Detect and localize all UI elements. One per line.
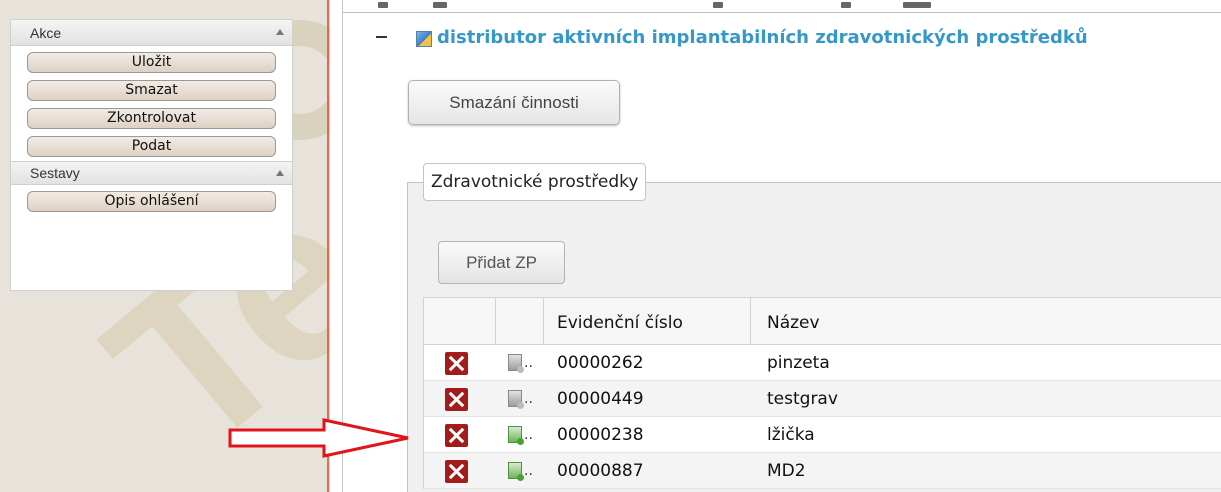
- ellipsis: ..: [524, 427, 533, 443]
- delete-cell: [424, 345, 496, 380]
- table-row[interactable]: .. 00000262 pinzeta: [424, 345, 1221, 381]
- collapse-minus-icon[interactable]: [376, 36, 387, 38]
- action-panel: Akce Uložit Smazat Zkontrolovat Podat Se…: [10, 19, 293, 291]
- smazani-cinnosti-button[interactable]: Smazání činnosti: [408, 80, 620, 125]
- sestavy-title: Sestavy: [30, 165, 80, 181]
- smazat-button[interactable]: Smazat: [27, 80, 276, 101]
- pridat-zp-button[interactable]: Přidat ZP: [438, 241, 565, 284]
- certificate-icon: [416, 31, 432, 47]
- table-row[interactable]: .. 00000449 testgrav: [424, 381, 1221, 417]
- tree-row-cropped: [343, 0, 1221, 13]
- grid-header: Evidenční číslo Název: [424, 297, 1221, 345]
- tree-node-title[interactable]: distributor aktivních implantabilních zd…: [437, 27, 1088, 48]
- header-evidencni-cislo[interactable]: Evidenční číslo: [544, 298, 751, 344]
- document-check-grey-icon[interactable]: [508, 354, 524, 373]
- evidencni-cislo-cell: 00000449: [557, 389, 644, 409]
- header-nazev[interactable]: Název: [751, 298, 1221, 344]
- icon-cell: ..: [496, 417, 544, 452]
- collapse-caret-icon[interactable]: [276, 170, 284, 176]
- zp-grid: Evidenční číslo Název .. 00000262 pinzet…: [423, 297, 1221, 489]
- delete-icon[interactable]: [445, 460, 468, 483]
- delete-icon[interactable]: [445, 352, 468, 375]
- fieldset-legend: Zdravotnické prostředky: [423, 163, 647, 201]
- zkontrolovat-button[interactable]: Zkontrolovat: [27, 108, 276, 129]
- table-row[interactable]: .. 00000238 lžička: [424, 417, 1221, 453]
- delete-cell: [424, 417, 496, 452]
- ellipsis: ..: [524, 463, 533, 479]
- delete-cell: [424, 453, 496, 488]
- document-check-grey-icon[interactable]: [508, 390, 524, 409]
- icon-cell: ..: [496, 453, 544, 488]
- ulozit-button[interactable]: Uložit: [27, 52, 276, 73]
- icon-cell: ..: [496, 381, 544, 416]
- header-icon-column: [496, 298, 544, 344]
- sestavy-body: Opis ohlášení: [11, 185, 292, 212]
- akce-header[interactable]: Akce: [11, 20, 292, 46]
- akce-title: Akce: [30, 25, 62, 41]
- sestavy-header[interactable]: Sestavy: [11, 161, 292, 185]
- header-delete-column: [424, 298, 496, 344]
- akce-body: Uložit Smazat Zkontrolovat Podat: [11, 46, 292, 157]
- podat-button[interactable]: Podat: [27, 136, 276, 157]
- annotation-arrow-icon: [228, 418, 409, 458]
- document-add-green-icon[interactable]: [508, 426, 524, 445]
- delete-icon[interactable]: [445, 424, 468, 447]
- nazev-cell: MD2: [767, 461, 806, 481]
- evidencni-cislo-cell: 00000262: [557, 353, 644, 373]
- icon-cell: ..: [496, 345, 544, 380]
- ellipsis: ..: [524, 391, 533, 407]
- nazev-cell: testgrav: [767, 389, 838, 409]
- evidencni-cislo-cell: 00000238: [557, 425, 644, 445]
- document-add-green-icon[interactable]: [508, 462, 524, 481]
- opis-ohlaseni-button[interactable]: Opis ohlášení: [27, 191, 276, 212]
- evidencni-cislo-cell: 00000887: [557, 461, 644, 481]
- nazev-cell: pinzeta: [767, 353, 830, 373]
- delete-cell: [424, 381, 496, 416]
- nazev-cell: lžička: [767, 425, 815, 445]
- delete-icon[interactable]: [445, 388, 468, 411]
- table-row[interactable]: .. 00000887 MD2: [424, 453, 1221, 489]
- tree-node[interactable]: distributor aktivních implantabilních zd…: [343, 21, 1221, 53]
- collapse-caret-icon[interactable]: [276, 29, 284, 35]
- ellipsis: ..: [524, 355, 533, 371]
